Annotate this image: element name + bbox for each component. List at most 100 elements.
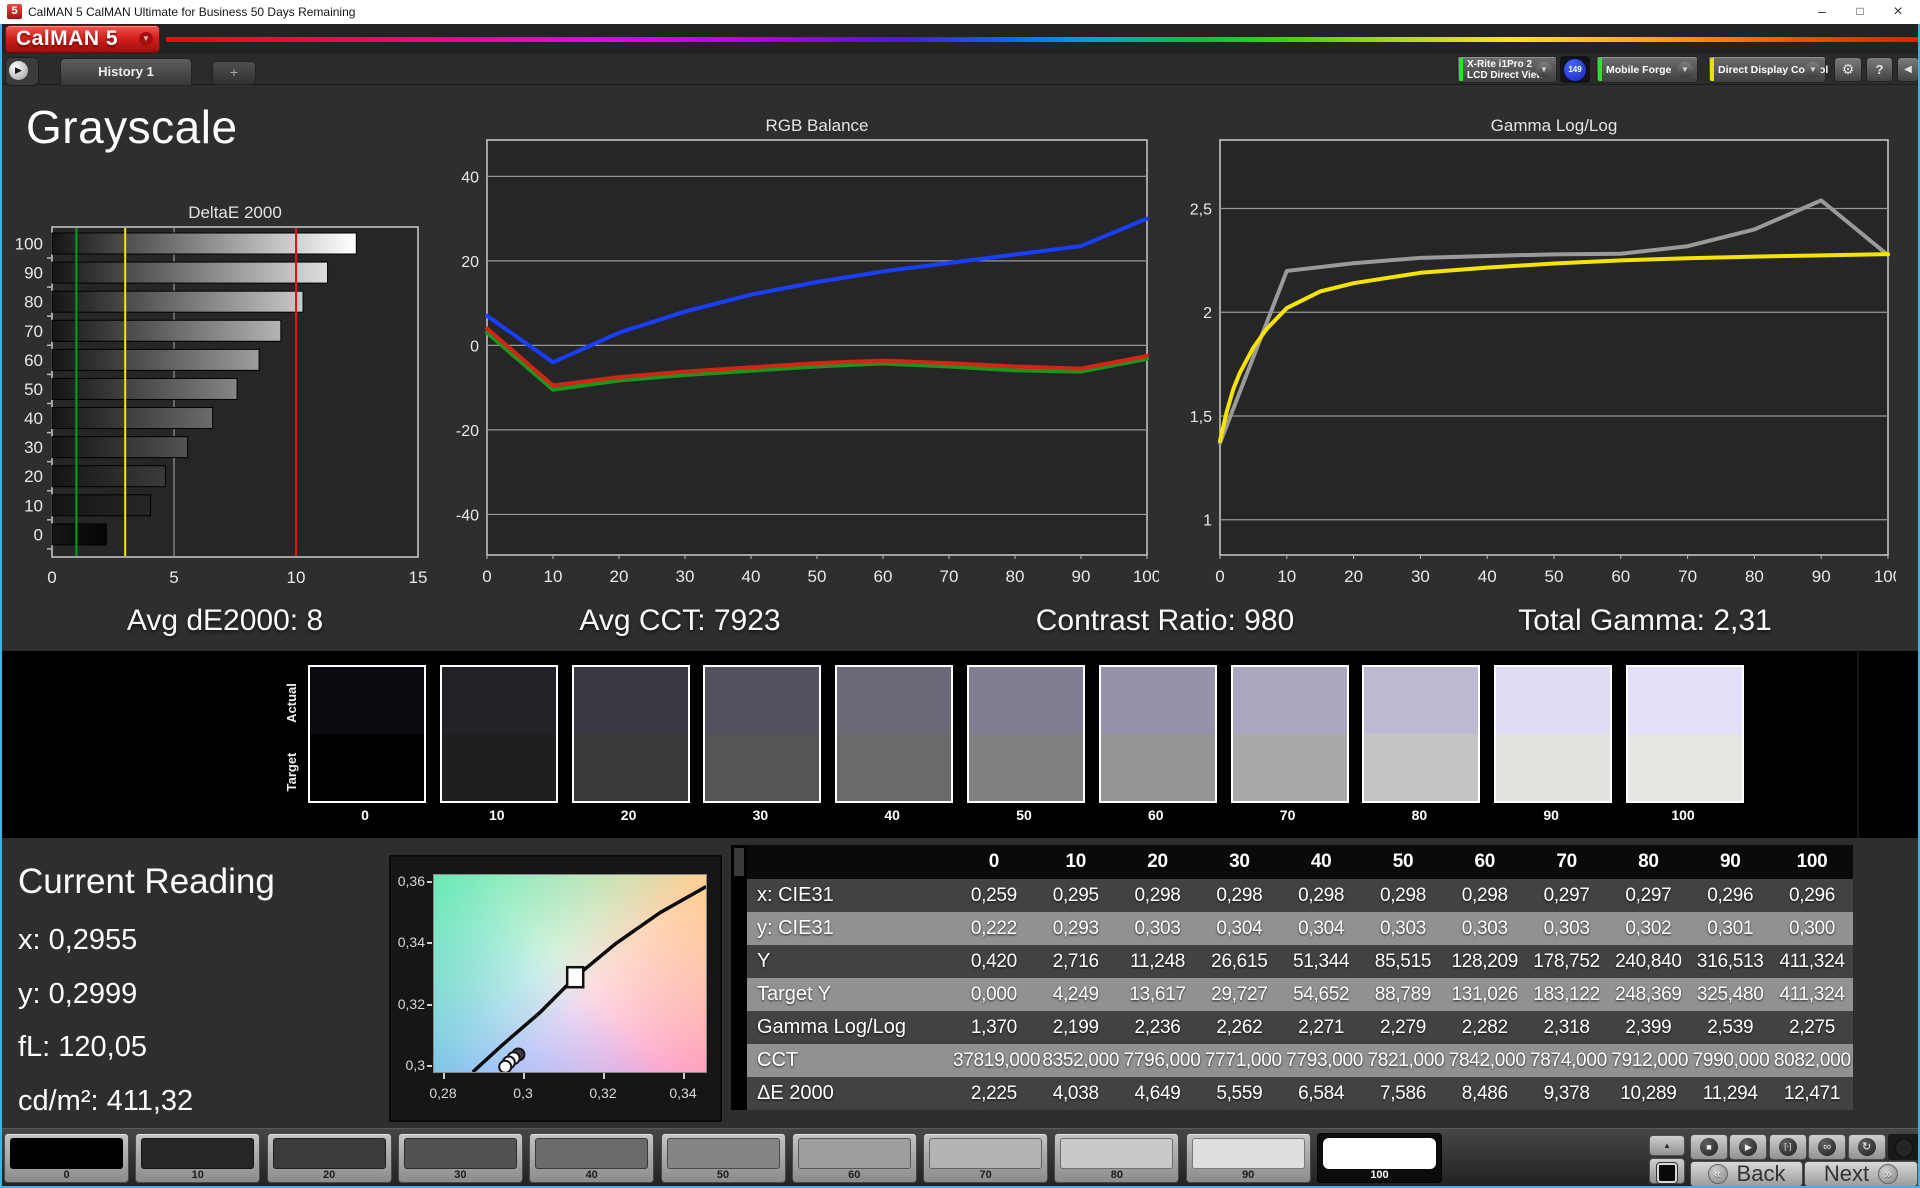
- knob-icon: [1895, 1139, 1913, 1157]
- table-cell: 2,716: [1035, 945, 1117, 978]
- target-color: [310, 734, 424, 801]
- measurement-table: 0102030405060708090100x: CIE310,2590,295…: [731, 845, 1853, 1110]
- table-cell: 88,789: [1362, 978, 1444, 1011]
- patch-label: 20: [268, 1169, 391, 1181]
- table-cell: 0,298: [1117, 879, 1199, 912]
- app-icon: 5: [7, 4, 22, 19]
- table-cell: 2,225: [953, 1077, 1035, 1110]
- play-arrow-icon: ▶: [9, 61, 28, 80]
- calman-logo-button[interactable]: CalMAN 5 ▼: [5, 25, 160, 53]
- table-cell: 325,480: [1689, 978, 1771, 1011]
- table-cell: 11,294: [1689, 1077, 1771, 1110]
- tab-scroll-button[interactable]: ▶: [5, 57, 39, 86]
- pattern-window-button[interactable]: [1649, 1158, 1685, 1184]
- settings-button[interactable]: ⚙: [1834, 57, 1862, 82]
- level-patch-70[interactable]: 70: [923, 1133, 1048, 1183]
- actual-color: [1101, 667, 1215, 734]
- svg-text:20: 20: [24, 467, 43, 486]
- table-cell: 131,026: [1444, 978, 1526, 1011]
- svg-text:0: 0: [34, 525, 43, 544]
- table-cell: 9,378: [1526, 1077, 1608, 1110]
- play-button[interactable]: ▶: [1729, 1134, 1767, 1160]
- range-button[interactable]: [·]: [1769, 1134, 1807, 1160]
- source-dropdown[interactable]: Mobile Forge ▼: [1596, 56, 1698, 83]
- target-color: [1364, 734, 1478, 801]
- grayscale-swatch-100: 100: [1626, 665, 1740, 823]
- add-tab-button[interactable]: +: [212, 61, 256, 85]
- minimize-button[interactable]: –: [1802, 0, 1842, 24]
- table-cell: 2,318: [1526, 1011, 1608, 1044]
- grayscale-swatch-50: 50: [967, 665, 1081, 823]
- svg-text:10: 10: [24, 496, 43, 515]
- stat-avg-de2000: Avg dE2000: 8: [30, 604, 420, 646]
- svg-text:0: 0: [1215, 567, 1224, 586]
- source-label: Mobile Forge: [1606, 57, 1671, 84]
- table-row: Y0,4202,71611,24826,61551,34485,515128,2…: [731, 945, 1853, 978]
- table-cell: 7771,000: [1203, 1044, 1284, 1077]
- svg-text:10: 10: [544, 567, 563, 586]
- collapse-panel-button[interactable]: ◀: [1897, 57, 1919, 82]
- swatch-label: 20: [572, 807, 686, 823]
- level-patch-90[interactable]: 90: [1186, 1133, 1311, 1183]
- swatch-box: [1362, 665, 1480, 803]
- table-row: Target Y0,0004,24913,61729,72754,65288,7…: [731, 978, 1853, 1011]
- target-color: [574, 734, 688, 801]
- current-reading-title: Current Reading: [18, 862, 275, 902]
- range-icon: [·]: [1779, 1138, 1797, 1156]
- table-cell: 7821,000: [1365, 1044, 1446, 1077]
- display-control-dropdown[interactable]: Direct Display Control ▼: [1708, 56, 1826, 83]
- swatch-label: 40: [835, 807, 949, 823]
- close-button[interactable]: ×: [1878, 0, 1918, 24]
- table-cell: 10,289: [1608, 1077, 1690, 1110]
- table-cell: 12,471: [1771, 1077, 1853, 1110]
- cie-x-tick: 0,28: [423, 1085, 463, 1101]
- table-cell: 51,344: [1280, 945, 1362, 978]
- target-color: [442, 734, 556, 801]
- svg-text:0: 0: [482, 567, 491, 586]
- title-bar: 5 CalMAN 5 CalMAN Ultimate for Business …: [0, 0, 1920, 24]
- column-header: 30: [1198, 845, 1280, 879]
- grayscale-swatch-10: 10: [440, 665, 554, 823]
- svg-text:80: 80: [1006, 567, 1025, 586]
- tab-history-1[interactable]: History 1: [60, 58, 192, 86]
- level-patch-0[interactable]: 0: [4, 1133, 129, 1183]
- cie-chart: [434, 875, 706, 1072]
- help-button[interactable]: ?: [1866, 57, 1893, 82]
- next-button[interactable]: Next »: [1804, 1161, 1918, 1187]
- patch-color: [273, 1138, 386, 1169]
- stop-button[interactable]: ■: [1690, 1134, 1728, 1160]
- level-patch-80[interactable]: 80: [1054, 1133, 1179, 1183]
- level-patch-50[interactable]: 50: [661, 1133, 786, 1183]
- level-patch-10[interactable]: 10: [135, 1133, 260, 1183]
- grayscale-swatch-70: 70: [1231, 665, 1345, 823]
- svg-text:90: 90: [24, 264, 43, 283]
- level-patch-60[interactable]: 60: [792, 1133, 917, 1183]
- back-button[interactable]: « Back: [1690, 1161, 1803, 1187]
- loop-button[interactable]: ∞: [1808, 1134, 1846, 1160]
- target-color: [837, 734, 951, 801]
- maximize-button[interactable]: □: [1840, 0, 1880, 24]
- grayscale-swatch-0: 0: [308, 665, 422, 823]
- cie-chart-panel: 0,280,30,320,340,360,340,320,3: [389, 855, 722, 1122]
- refresh-button[interactable]: ↻: [1848, 1134, 1886, 1160]
- table-cell: 1,370: [953, 1011, 1035, 1044]
- table-cell: 2,279: [1362, 1011, 1444, 1044]
- level-patch-40[interactable]: 40: [529, 1133, 654, 1183]
- table-cell: 8,486: [1444, 1077, 1526, 1110]
- table-cell: 0,222: [953, 912, 1035, 945]
- patch-label: 90: [1187, 1169, 1310, 1181]
- level-patch-100[interactable]: 100: [1317, 1133, 1442, 1183]
- table-cell: 0,296: [1689, 879, 1771, 912]
- meter-dropdown[interactable]: X-Rite i1Pro 2LCD Direct View ▼: [1457, 56, 1557, 83]
- logo-dropdown-icon: ▼: [139, 32, 153, 46]
- svg-text:30: 30: [1411, 567, 1430, 586]
- swatch-box: [1099, 665, 1217, 803]
- patch-label: 60: [793, 1169, 916, 1181]
- panel-up-button[interactable]: ▲: [1649, 1135, 1685, 1156]
- svg-text:10: 10: [287, 568, 306, 587]
- table-cell: 2,399: [1608, 1011, 1690, 1044]
- actual-color: [1628, 667, 1742, 734]
- level-patch-20[interactable]: 20: [267, 1133, 392, 1183]
- level-patch-30[interactable]: 30: [398, 1133, 523, 1183]
- table-cell: 8352,000: [1040, 1044, 1121, 1077]
